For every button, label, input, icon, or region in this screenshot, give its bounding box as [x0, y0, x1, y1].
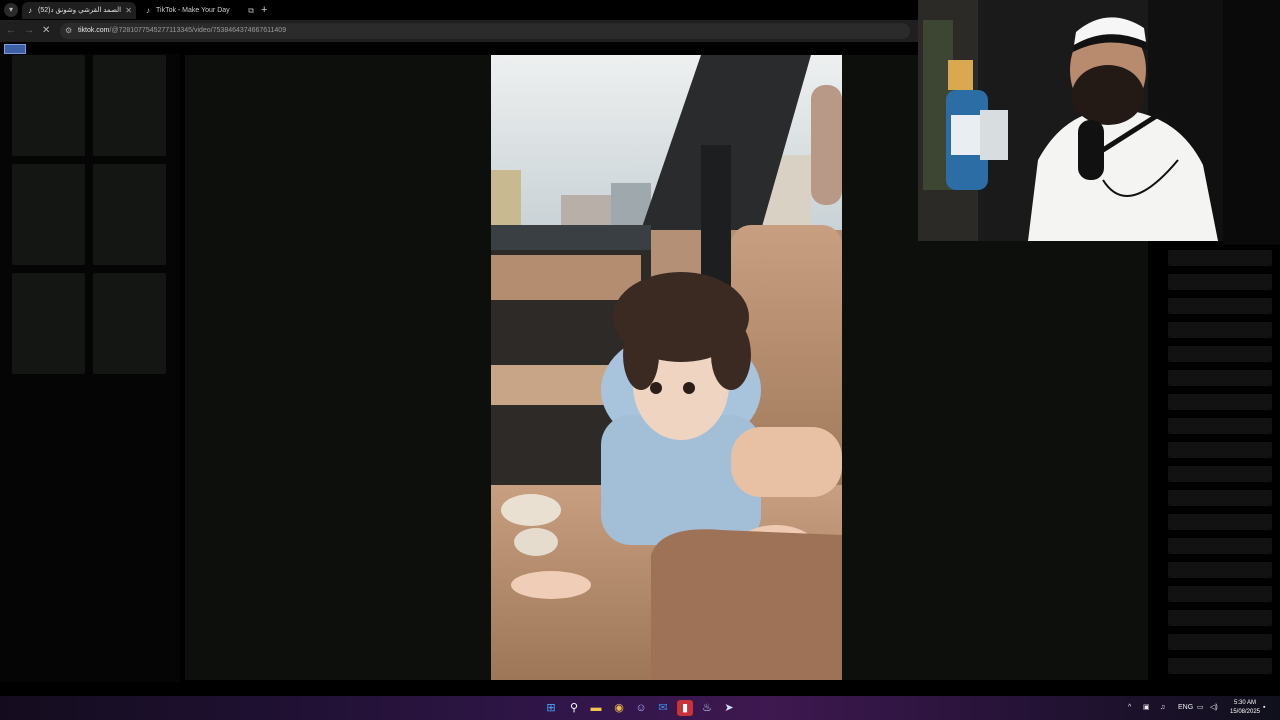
- chrome-icon[interactable]: ◉: [611, 700, 627, 716]
- discord-icon[interactable]: ☺: [633, 700, 649, 716]
- video-thumbnail[interactable]: [93, 273, 166, 374]
- list-item[interactable]: [1168, 346, 1272, 362]
- video-thumbnail[interactable]: [12, 273, 85, 374]
- list-item[interactable]: [1168, 394, 1272, 410]
- notification-icon[interactable]: ▪: [1263, 700, 1265, 716]
- video-player[interactable]: [491, 55, 842, 680]
- language-indicator[interactable]: ENG: [1178, 700, 1193, 716]
- network-icon[interactable]: ▭: [1197, 700, 1204, 716]
- list-item[interactable]: [1168, 562, 1272, 578]
- close-icon[interactable]: ✕: [125, 2, 132, 19]
- list-item[interactable]: [1168, 418, 1272, 434]
- video-frame: [491, 55, 842, 680]
- list-item[interactable]: [1168, 466, 1272, 482]
- volume-icon[interactable]: ◁): [1210, 700, 1218, 716]
- list-item[interactable]: [1168, 370, 1272, 386]
- stop-loading-icon[interactable]: ✕: [42, 24, 50, 38]
- list-item[interactable]: [1168, 586, 1272, 602]
- list-item[interactable]: [1168, 610, 1272, 626]
- back-arrow-icon[interactable]: ←: [6, 24, 16, 38]
- new-tab-button[interactable]: +: [261, 3, 267, 17]
- address-url[interactable]: tiktok.com/@7281077545277113345/video/75…: [78, 23, 286, 39]
- chevron-up-icon[interactable]: ^: [1128, 700, 1131, 716]
- bookmark-item[interactable]: [4, 44, 26, 54]
- steam-alt-icon[interactable]: ➤: [721, 700, 737, 716]
- address-bar[interactable]: ⚙ tiktok.com/@7281077545277113345/video/…: [60, 23, 910, 39]
- webcam-overlay: [918, 0, 1223, 241]
- tab-title: (52)عبد الصمد القرشي وشونق د...: [38, 7, 122, 14]
- tab-inactive[interactable]: ♪ TikTok - Make Your Day ⧉: [140, 2, 258, 19]
- outlook-icon[interactable]: ✉: [655, 700, 671, 716]
- list-item[interactable]: [1168, 250, 1272, 266]
- site-info-icon[interactable]: ⚙: [65, 25, 72, 37]
- mute-tab-icon[interactable]: ⧉: [248, 2, 254, 19]
- list-item[interactable]: [1168, 490, 1272, 506]
- file-explorer-icon[interactable]: ▬: [588, 700, 604, 716]
- tab-title: TikTok - Make Your Day: [156, 7, 230, 14]
- clock[interactable]: 5:30 AM 15/08/2025: [1228, 699, 1262, 717]
- tiktok-favicon-icon: ♪: [146, 6, 150, 15]
- microphone-icon[interactable]: ♫: [1160, 700, 1165, 716]
- bookmark-bar: [0, 42, 918, 54]
- list-item[interactable]: [1168, 658, 1272, 674]
- app-tray-icon[interactable]: ▣: [1143, 700, 1150, 716]
- taskbar: ⊞ ⚲ ▬ ◉ ☺ ✉ ▮ ♨ ➤ ^ ▣ ♫ ENG ▭ ◁) 5:30 AM…: [0, 696, 1280, 720]
- video-thumbnail[interactable]: [93, 164, 166, 265]
- clock-time: 5:30 AM: [1233, 700, 1256, 706]
- list-item[interactable]: [1168, 514, 1272, 530]
- list-item[interactable]: [1168, 298, 1272, 314]
- url-path: /@7281077545277113345/video/753846437466…: [109, 27, 287, 34]
- list-item[interactable]: [1168, 274, 1272, 290]
- video-thumbnail[interactable]: [12, 55, 85, 156]
- list-item[interactable]: [1168, 442, 1272, 458]
- app-red-icon[interactable]: ▮: [677, 700, 693, 716]
- clock-date: 15/08/2025: [1229, 709, 1261, 715]
- windows-start-icon[interactable]: ⊞: [543, 700, 559, 716]
- steam-icon[interactable]: ♨: [699, 700, 715, 716]
- tab-strip: ▾ ♪ (52)عبد الصمد القرشي وشونق د... ✕ ♪ …: [0, 0, 918, 20]
- list-item[interactable]: [1168, 538, 1272, 554]
- video-thumbnail[interactable]: [93, 55, 166, 156]
- tab-search-button[interactable]: ▾: [4, 3, 18, 17]
- forward-arrow-icon[interactable]: →: [24, 24, 34, 38]
- url-host: tiktok.com: [78, 27, 110, 34]
- list-item[interactable]: [1168, 634, 1272, 650]
- search-icon[interactable]: ⚲: [566, 700, 582, 716]
- webcam-frame: [918, 0, 1223, 241]
- list-item[interactable]: [1168, 322, 1272, 338]
- video-thumbnail[interactable]: [12, 164, 85, 265]
- tab-active[interactable]: ♪ (52)عبد الصمد القرشي وشونق د... ✕: [22, 2, 136, 19]
- webcam-side-shadow: [1223, 0, 1280, 245]
- tiktok-favicon-icon: ♪: [28, 6, 32, 15]
- browser-toolbar: ← → ✕ ⚙ tiktok.com/@7281077545277113345/…: [0, 20, 918, 42]
- right-list: [1160, 245, 1280, 682]
